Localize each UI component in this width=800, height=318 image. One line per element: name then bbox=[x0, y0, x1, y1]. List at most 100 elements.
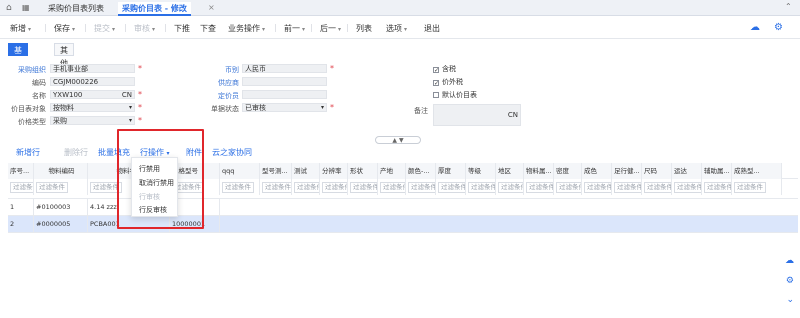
divider: | bbox=[346, 23, 349, 32]
options-button[interactable]: 选项 ▾ bbox=[386, 23, 407, 34]
highlight-box bbox=[117, 129, 204, 229]
col-header[interactable]: 运达 bbox=[672, 163, 702, 179]
supplier-field[interactable] bbox=[242, 77, 327, 86]
close-icon[interactable]: × bbox=[208, 3, 215, 12]
check-icon: ✓ bbox=[433, 67, 440, 74]
cloud-icon[interactable]: ☁ bbox=[785, 256, 794, 266]
col-header[interactable]: 形状 bbox=[348, 163, 378, 179]
tab-edit[interactable]: 采购价目表 - 修改 bbox=[118, 2, 191, 16]
query-down-button[interactable]: 下查 bbox=[200, 23, 216, 34]
divider: | bbox=[84, 23, 87, 32]
code-field[interactable]: CGJM000226 bbox=[50, 77, 135, 86]
tab-basic-info[interactable]: 基本信息 bbox=[8, 43, 28, 94]
prev-button[interactable]: 前一 ▾ bbox=[284, 23, 305, 34]
filter-cell[interactable]: 过滤条件 bbox=[732, 179, 782, 195]
filter-cell[interactable]: 过滤条件 bbox=[582, 179, 612, 195]
target-select[interactable]: 按物料 ▾ bbox=[50, 103, 135, 112]
col-header[interactable]: 分辨率 bbox=[320, 163, 348, 179]
filter-cell[interactable]: 过滤条件 bbox=[260, 179, 292, 195]
divider: | bbox=[274, 23, 277, 32]
grid-icon[interactable]: ▦ bbox=[22, 3, 30, 12]
col-header[interactable]: 产地 bbox=[378, 163, 406, 179]
required-mark: * bbox=[138, 103, 142, 112]
status-select[interactable]: 已审核 ▾ bbox=[242, 103, 327, 112]
default-price-checkbox[interactable]: 默认价目表 bbox=[433, 90, 477, 100]
check-icon: ✓ bbox=[433, 80, 440, 87]
gear-icon[interactable]: ⚙ bbox=[774, 22, 783, 33]
delete-row-button[interactable]: 删除行 bbox=[64, 147, 88, 158]
code-cell[interactable]: #0000005 bbox=[34, 216, 88, 232]
filter-cell[interactable]: 过滤条件 bbox=[34, 179, 88, 195]
col-header[interactable]: 序号... bbox=[8, 163, 34, 179]
tab-edit-label: 采购价目表 - 修改 bbox=[122, 4, 187, 13]
filter-cell[interactable]: 过滤条件 bbox=[320, 179, 348, 195]
pricer-field[interactable] bbox=[242, 90, 327, 99]
tab-list[interactable]: 采购价目表列表 bbox=[44, 2, 108, 16]
chevron-up-icon[interactable]: ⌃ bbox=[785, 2, 792, 11]
name-field[interactable]: YXW100 CN bbox=[50, 90, 135, 99]
col-header[interactable]: 物料属... bbox=[524, 163, 554, 179]
filter-cell[interactable]: 过滤条件 bbox=[524, 179, 554, 195]
next-button[interactable]: 后一 ▾ bbox=[320, 23, 341, 34]
required-mark: * bbox=[138, 116, 142, 125]
filter-cell[interactable]: 过滤条件 bbox=[702, 179, 732, 195]
outside-tax-checkbox[interactable]: ✓ 价外税 bbox=[433, 77, 463, 87]
audit-button[interactable]: 审核 ▾ bbox=[134, 23, 155, 34]
name-label: 名称 bbox=[32, 92, 46, 100]
filter-cell[interactable]: 过滤条件 bbox=[292, 179, 320, 195]
org-field[interactable]: 手机事业部 bbox=[50, 64, 135, 73]
filter-cell[interactable]: 过滤条件 bbox=[496, 179, 524, 195]
divider: | bbox=[124, 23, 127, 32]
col-header[interactable]: 等级 bbox=[466, 163, 496, 179]
col-header[interactable]: 厚度 bbox=[436, 163, 466, 179]
filter-cell[interactable]: 过滤条件 bbox=[612, 179, 642, 195]
col-header[interactable]: 颜色-... bbox=[406, 163, 436, 179]
filter-cell[interactable]: 过滤条件 bbox=[554, 179, 582, 195]
col-header[interactable]: 足行健... bbox=[612, 163, 642, 179]
tab-other[interactable]: 其他 bbox=[54, 43, 74, 68]
remark-field[interactable]: CN bbox=[433, 104, 521, 126]
price-type-select[interactable]: 采购 ▾ bbox=[50, 116, 135, 125]
checkbox-empty-icon bbox=[433, 92, 439, 98]
filter-cell[interactable]: 过滤条件 bbox=[436, 179, 466, 195]
col-header[interactable]: qqq bbox=[220, 163, 260, 179]
col-header[interactable]: 物料编码 bbox=[34, 163, 88, 179]
cloud-collab-button[interactable]: 云之家协同 bbox=[212, 147, 252, 158]
pricer-label: 定价员 bbox=[218, 92, 239, 100]
cloud-icon[interactable]: ☁ bbox=[750, 22, 760, 33]
col-header[interactable]: 测试 bbox=[292, 163, 320, 179]
currency-field[interactable]: 人民币 bbox=[242, 64, 327, 73]
filter-cell[interactable]: 过滤条件 bbox=[672, 179, 702, 195]
biz-ops-button[interactable]: 业务操作 ▾ bbox=[228, 23, 265, 34]
filter-cell[interactable]: 过滤条件 bbox=[642, 179, 672, 195]
save-button[interactable]: 保存 ▾ bbox=[54, 23, 75, 34]
filter-cell[interactable]: 过滤条件 bbox=[466, 179, 496, 195]
new-row-button[interactable]: 新增行 bbox=[16, 147, 40, 158]
col-header[interactable]: 成熟型... bbox=[732, 163, 782, 179]
gear-icon[interactable]: ⚙ bbox=[786, 276, 794, 286]
required-mark: * bbox=[138, 90, 142, 99]
filter-cell[interactable]: 过滤条件 bbox=[220, 179, 260, 195]
col-header[interactable]: 尺码 bbox=[642, 163, 672, 179]
push-down-button[interactable]: 下推 bbox=[174, 23, 190, 34]
filter-cell[interactable]: 过滤条件 bbox=[406, 179, 436, 195]
col-header[interactable]: 辅助属... bbox=[702, 163, 732, 179]
col-header[interactable]: 成色 bbox=[582, 163, 612, 179]
new-button[interactable]: 新增 ▾ bbox=[10, 23, 31, 34]
col-header[interactable]: 型号测... bbox=[260, 163, 292, 179]
list-button[interactable]: 列表 bbox=[356, 23, 372, 34]
filter-cell[interactable]: 过滤条件 bbox=[348, 179, 378, 195]
chevron-down-circle-icon[interactable]: ⌄ bbox=[786, 295, 794, 305]
col-header[interactable]: 地区 bbox=[496, 163, 524, 179]
divider: | bbox=[44, 23, 47, 32]
submit-button[interactable]: 提交 ▾ bbox=[94, 23, 115, 34]
filter-cell[interactable]: 过滤条件 bbox=[378, 179, 406, 195]
home-icon[interactable]: ⌂ bbox=[6, 3, 12, 13]
exit-button[interactable]: 退出 bbox=[424, 23, 440, 34]
collapse-toggle[interactable]: ▲ ▼ bbox=[375, 136, 421, 144]
col-header[interactable]: 密度 bbox=[554, 163, 582, 179]
required-mark: * bbox=[330, 103, 334, 112]
filter-cell[interactable]: 过滤条件 bbox=[8, 179, 34, 195]
code-cell[interactable]: #0100003 bbox=[34, 199, 88, 215]
tax-checkbox[interactable]: ✓ 含税 bbox=[433, 64, 456, 74]
